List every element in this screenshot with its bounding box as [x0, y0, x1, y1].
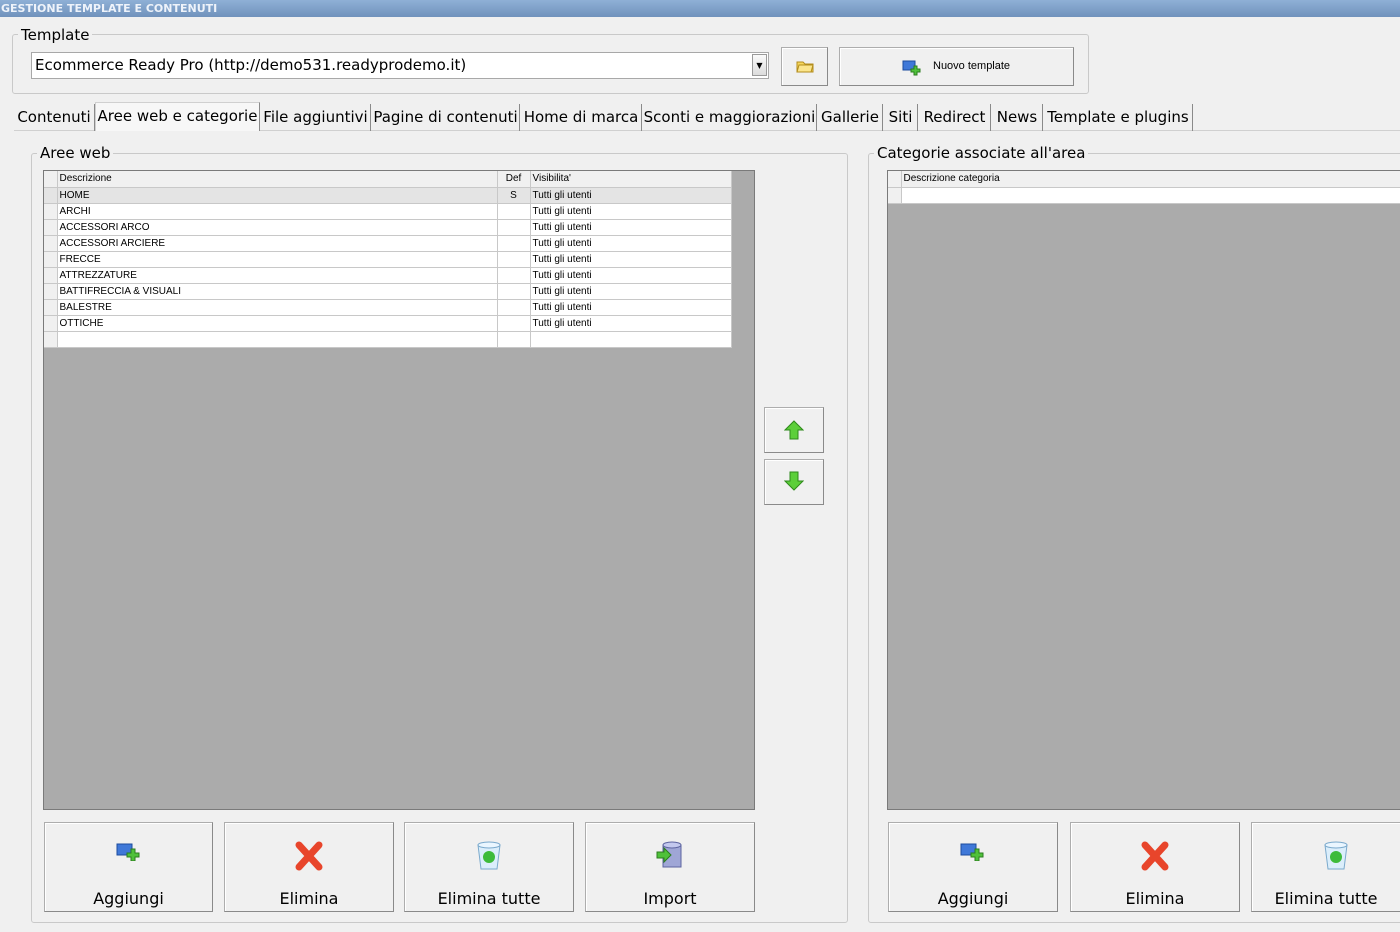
cell-def[interactable]: S — [497, 187, 531, 204]
tab-gallerie[interactable]: Gallerie — [818, 104, 883, 131]
new-template-label: Nuovo template — [933, 60, 1011, 72]
categorie-grid[interactable]: Descrizione categoria — [887, 170, 1400, 810]
table-row[interactable]: ARCHI Tutti gli utenti — [44, 203, 732, 220]
template-select-value: Ecommerce Ready Pro (http://demo531.read… — [35, 56, 467, 74]
cell-def[interactable] — [497, 251, 531, 268]
template-label: Template — [18, 26, 93, 44]
cell-visibilita[interactable]: Tutti gli utenti — [530, 251, 732, 268]
tab-pagine-di-contenuti[interactable]: Pagine di contenuti — [372, 104, 520, 131]
row-indicator[interactable] — [44, 299, 58, 316]
aree-web-label: Aree web — [37, 144, 114, 162]
arrow-down-icon — [784, 471, 804, 491]
tab-sconti-e-maggiorazioni[interactable]: Sconti e maggiorazioni — [643, 104, 817, 131]
row-indicator[interactable] — [44, 235, 58, 252]
cell-descrizione[interactable]: ACCESSORI ARCIERE — [57, 235, 498, 252]
table-row[interactable]: OTTICHE Tutti gli utenti — [44, 315, 732, 332]
cell-visibilita[interactable]: Tutti gli utenti — [530, 299, 732, 316]
row-indicator[interactable] — [44, 187, 58, 204]
cell-def[interactable] — [497, 283, 531, 300]
column-header-visibilita[interactable]: Visibilita' — [530, 171, 732, 188]
cell-descrizione[interactable]: ARCHI — [57, 203, 498, 220]
table-row[interactable]: ATTREZZATURE Tutti gli utenti — [44, 267, 732, 284]
recycle-bin-icon — [1324, 841, 1348, 870]
tab-siti[interactable]: Siti — [884, 104, 918, 131]
new-template-button[interactable]: Nuovo template — [839, 47, 1074, 86]
tab-aree-web-e-categorie[interactable]: Aree web e categorie — [95, 102, 260, 131]
categorie-elimina-tutte-button[interactable]: Elimina tutte — [1251, 822, 1400, 912]
table-row[interactable]: FRECCE Tutti gli utenti — [44, 251, 732, 268]
tab-news[interactable]: News — [992, 104, 1043, 131]
cell-descrizione[interactable]: BATTIFRECCIA & VISUALI — [57, 283, 498, 300]
cell-visibilita[interactable]: Tutti gli utenti — [530, 283, 732, 300]
table-row[interactable] — [44, 331, 732, 348]
row-indicator[interactable] — [44, 251, 58, 268]
table-row[interactable]: ACCESSORI ARCIERE Tutti gli utenti — [44, 235, 732, 252]
delete-x-icon — [295, 841, 323, 871]
aree-aggiungi-button[interactable]: Aggiungi — [44, 822, 213, 912]
cell-visibilita[interactable]: Tutti gli utenti — [530, 235, 732, 252]
open-folder-button[interactable] — [781, 47, 828, 86]
database-import-icon — [656, 841, 682, 868]
aree-web-table: Descrizione Def Visibilita' HOME S Tutti g… — [44, 171, 732, 348]
template-select[interactable]: Ecommerce Ready Pro (http://demo531.read… — [31, 52, 769, 79]
aree-web-grid[interactable]: Descrizione Def Visibilita' HOME S Tutti g… — [43, 170, 755, 810]
tab-file-aggiuntivi[interactable]: File aggiuntivi — [261, 104, 371, 131]
add-icon — [960, 843, 984, 861]
categorie-label: Categorie associate all'area — [874, 144, 1089, 162]
table-row[interactable]: BALESTRE Tutti gli utenti — [44, 299, 732, 316]
cell-visibilita[interactable]: Tutti gli utenti — [530, 315, 732, 332]
row-indicator[interactable] — [44, 315, 58, 332]
tab-redirect[interactable]: Redirect — [919, 104, 991, 131]
cell-visibilita[interactable]: Tutti gli utenti — [530, 187, 732, 204]
table-header: Descrizione Def Visibilita' — [44, 171, 732, 188]
cell-def[interactable] — [497, 315, 531, 332]
row-indicator[interactable] — [44, 331, 58, 348]
tab-template-e-plugins[interactable]: Template e plugins — [1044, 104, 1193, 131]
cell-visibilita[interactable]: Tutti gli utenti — [530, 219, 732, 236]
column-header-def[interactable]: Def — [497, 171, 531, 188]
column-header-descrizione[interactable]: Descrizione — [57, 171, 498, 188]
cell-descrizione[interactable]: ATTREZZATURE — [57, 267, 498, 284]
table-row[interactable]: ACCESSORI ARCO Tutti gli utenti — [44, 219, 732, 236]
cell-def[interactable] — [497, 267, 531, 284]
cell-def[interactable] — [497, 219, 531, 236]
aree-elimina-button[interactable]: Elimina — [224, 822, 394, 912]
row-indicator[interactable] — [44, 219, 58, 236]
folder-icon — [796, 61, 814, 73]
window-title: GESTIONE TEMPLATE E CONTENUTI — [0, 0, 1400, 17]
cell-def[interactable] — [497, 203, 531, 220]
cell-visibilita[interactable]: Tutti gli utenti — [530, 267, 732, 284]
delete-x-icon — [1141, 841, 1169, 871]
cell-descrizione[interactable]: FRECCE — [57, 251, 498, 268]
aree-elimina-tutte-button[interactable]: Elimina tutte — [404, 822, 574, 912]
cell-descrizione[interactable]: BALESTRE — [57, 299, 498, 316]
cell-visibilita[interactable]: Tutti gli utenti — [530, 203, 732, 220]
add-icon — [116, 843, 139, 861]
chevron-down-icon[interactable]: ▼ — [752, 54, 767, 76]
move-down-button[interactable] — [764, 459, 824, 505]
tab-home-di-marca[interactable]: Home di marca — [521, 104, 642, 131]
cell-descrizione[interactable]: OTTICHE — [57, 315, 498, 332]
table-row[interactable]: HOME S Tutti gli utenti — [44, 187, 732, 204]
table-row[interactable]: BATTIFRECCIA & VISUALI Tutti gli utenti — [44, 283, 732, 300]
cell-descrizione[interactable]: HOME — [57, 187, 498, 204]
cell-descrizione[interactable]: ACCESSORI ARCO — [57, 219, 498, 236]
aree-import-button[interactable]: Import — [585, 822, 755, 912]
add-icon — [902, 60, 921, 76]
column-header-descrizione-categoria[interactable]: Descrizione categoria — [901, 171, 1400, 188]
row-indicator[interactable] — [44, 267, 58, 284]
cell-def[interactable] — [497, 299, 531, 316]
categorie-elimina-button[interactable]: Elimina — [1070, 822, 1240, 912]
row-indicator[interactable] — [44, 283, 58, 300]
row-indicator[interactable] — [44, 203, 58, 220]
cell-def[interactable] — [497, 235, 531, 252]
arrow-up-icon — [784, 420, 804, 440]
tab-contenuti[interactable]: Contenuti — [14, 104, 95, 131]
move-up-button[interactable] — [764, 407, 824, 453]
recycle-bin-icon — [477, 841, 501, 870]
categorie-aggiungi-button[interactable]: Aggiungi — [888, 822, 1058, 912]
